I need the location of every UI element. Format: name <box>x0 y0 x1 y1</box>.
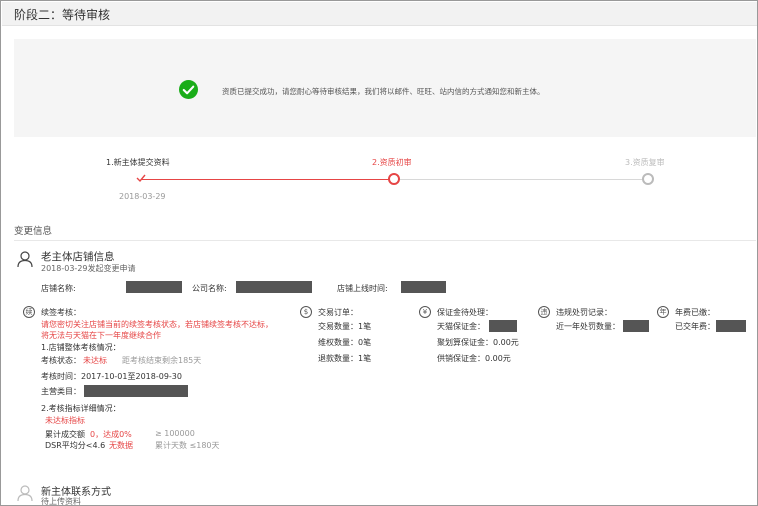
renewal-warning-line1: 请您密切关注店铺当前的续签考核状态，若店铺续签考核不达标， <box>41 320 273 329</box>
main-category-label: 主营类目： <box>41 387 81 396</box>
notice-message: 资质已提交成功，请您耐心等待审核结果，我们将以邮件、旺旺、站内信的方式通知您和新… <box>222 87 545 96</box>
main-category-redacted <box>84 385 188 397</box>
progress-steps: 1.新主体提交资料 2.资质初审 3.资质复审 2018-03-29 <box>1 151 757 211</box>
gmv-label: 累计成交额 <box>45 430 85 439</box>
violations-count-label: 近一年处罚数量： <box>556 322 620 331</box>
change-request-date: 2018-03-29发起变更申请 <box>41 264 136 273</box>
dollar-icon: $ <box>300 306 312 318</box>
store-name-redacted <box>126 281 182 293</box>
orders-trade-count: 交易数量：1笔 <box>318 322 372 331</box>
step-2-active-dot <box>388 173 400 185</box>
assessment-status-value: 未达标 <box>83 356 107 365</box>
submission-notice: 资质已提交成功，请您耐心等待审核结果，我们将以邮件、旺旺、站内信的方式通知您和新… <box>14 39 756 137</box>
change-info-title: 变更信息 <box>14 226 53 237</box>
assessment-period: 考核时间：2017-10-01至2018-09-30 <box>41 372 182 381</box>
company-name-label: 公司名称: <box>192 284 227 293</box>
step-2-label: 2.资质初审 <box>372 158 412 167</box>
online-time-redacted <box>401 281 446 293</box>
renewal-icon: 续 <box>23 306 35 318</box>
annual-fee-paid-label: 已交年费： <box>675 322 715 331</box>
violations-count-redacted <box>623 320 649 332</box>
detail-assessment-label: 2.考核指标详细情况： <box>41 404 121 413</box>
assessment-status-label: 考核状态： <box>41 356 81 365</box>
deposit-title: 保证金待处理： <box>437 308 493 317</box>
unmet-indicators-label: 未达标指标 <box>45 416 85 425</box>
gmv-value: 0，达成0% <box>90 430 132 439</box>
renewal-warning-line2: 将无法与天猫在下一年度继续合作 <box>41 331 161 340</box>
tmall-deposit-redacted <box>489 320 517 332</box>
page-header: 阶段二：等待审核 <box>2 2 757 26</box>
page-frame: 阶段二：等待审核 资质已提交成功，请您耐心等待审核结果，我们将以邮件、旺旺、站内… <box>0 0 758 506</box>
user-icon <box>17 251 33 268</box>
violations-title: 违规处罚记录： <box>556 308 612 317</box>
dsr-label: DSR平均分<4.6 <box>45 441 106 450</box>
progress-line-done <box>141 179 394 180</box>
store-name-label: 店铺名称: <box>41 284 76 293</box>
gmv-target: ≥ 100000 <box>155 429 195 438</box>
annual-fee-redacted <box>716 320 746 332</box>
tmall-deposit-label: 天猫保证金： <box>437 322 485 331</box>
new-owner-status: 待上传资料 <box>41 497 81 506</box>
progress-line-pending <box>394 179 648 180</box>
violation-icon: 违 <box>538 306 550 318</box>
supplier-deposit: 供销保证金：0.00元 <box>437 354 511 363</box>
step-3-label: 3.资质复审 <box>625 158 665 167</box>
renewal-title: 续签考核： <box>41 308 81 317</box>
company-name-redacted <box>236 281 312 293</box>
yuan-icon: ¥ <box>419 306 431 318</box>
orders-title: 交易订单： <box>318 308 358 317</box>
jhs-deposit: 聚划算保证金：0.00元 <box>437 338 519 347</box>
step-3-pending-dot <box>642 173 654 185</box>
old-store-title: 老主体店铺信息 <box>41 251 115 263</box>
step-1-check-icon <box>136 174 146 183</box>
annual-fee-title: 年费已缴： <box>675 308 715 317</box>
online-time-label: 店铺上线时间: <box>337 284 388 293</box>
orders-refund-count: 退款数量：1笔 <box>318 354 372 363</box>
assessment-countdown: 距考核结束剩余185天 <box>122 356 202 365</box>
step-1-date: 2018-03-29 <box>119 192 166 201</box>
page-title: 阶段二：等待审核 <box>14 8 111 22</box>
orders-dispute-count: 维权数量：0笔 <box>318 338 372 347</box>
user-icon <box>17 485 33 502</box>
section-divider <box>14 240 756 241</box>
success-check-icon <box>179 80 198 99</box>
dsr-target: 累计天数 ≤180天 <box>155 441 220 450</box>
step-1-label: 1.新主体提交资料 <box>106 158 170 167</box>
annual-fee-icon: 年 <box>657 306 669 318</box>
dsr-value: 无数据 <box>109 441 133 450</box>
overall-assessment-label: 1.店铺整体考核情况： <box>41 343 121 352</box>
